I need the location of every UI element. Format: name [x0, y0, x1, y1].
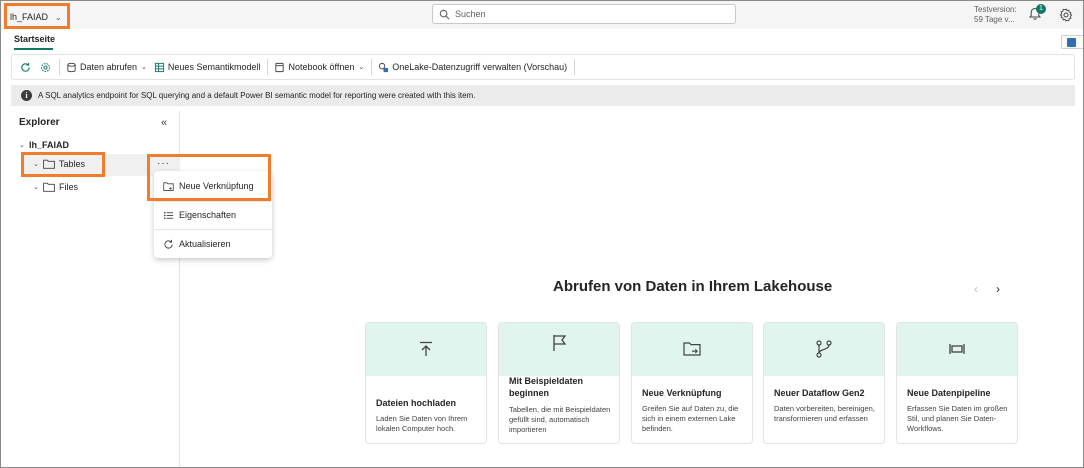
refresh-icon[interactable] [20, 62, 31, 73]
tree-item-tables[interactable]: ⌄ Tables [33, 159, 85, 169]
context-menu: Neue Verknüpfung Eigenschaften Aktualisi… [154, 171, 272, 258]
panel-icon [1067, 38, 1076, 47]
toolbar-divider [267, 59, 269, 75]
menu-item-label: Aktualisieren [179, 239, 231, 249]
flag-icon [553, 335, 567, 351]
workspace-name: lh_FAIAD [10, 12, 49, 22]
tab-row: Startseite [1, 29, 1083, 51]
dataflow-icon [816, 340, 832, 358]
card-upload-files[interactable]: Dateien hochladen Laden Sie Daten von Ih… [365, 322, 487, 444]
chevron-down-icon: ⌄ [358, 64, 365, 71]
get-data-label: Daten abrufen [80, 62, 138, 72]
menu-item-properties[interactable]: Eigenschaften [154, 202, 272, 228]
card-header [366, 323, 486, 376]
menu-item-new-shortcut[interactable]: Neue Verknüpfung [154, 173, 272, 199]
search-icon [439, 9, 450, 19]
list-icon [164, 211, 174, 219]
card-dataflow-gen2[interactable]: Neuer Dataflow Gen2 Daten vorbereiten, b… [763, 322, 885, 444]
chevron-down-icon: ⌄ [19, 142, 25, 149]
trial-status[interactable]: Testversion: 59 Tage v... [974, 5, 1017, 25]
tree-root-label: lh_FAIAD [29, 140, 70, 150]
card-description: Erfassen Sie Daten im großen Stil, und p… [907, 404, 1008, 433]
toolbar-divider [59, 59, 60, 75]
refresh-icon [164, 239, 173, 249]
tree-item-files[interactable]: ⌄ Files [33, 182, 78, 192]
card-title: Neue Datenpipeline [907, 388, 991, 398]
pipeline-icon [949, 344, 965, 354]
card-header [764, 323, 884, 376]
collapse-pane-icon[interactable]: « [161, 117, 167, 129]
info-banner: i A SQL analytics endpoint for SQL query… [11, 85, 1075, 106]
onelake-access-button[interactable]: OneLake-Datenzugriff verwalten (Vorschau… [378, 62, 567, 73]
chevron-right-icon: ⌄ [33, 161, 39, 168]
card-header [897, 323, 1017, 376]
active-tab-indicator [14, 48, 53, 50]
explorer-pane: Explorer « ⌄ lh_FAIAD ⌄ Tables ··· ⌄ Fil… [11, 111, 180, 467]
ribbon-toolbar: Daten abrufen ⌄ Neues Semantikmodell Not… [11, 54, 1075, 80]
app-window: lh_FAIAD ⌄ Suchen Testversion: 59 Tage v… [0, 0, 1084, 468]
menu-divider [154, 229, 272, 230]
menu-item-label: Eigenschaften [179, 210, 237, 220]
trial-label: Testversion: [974, 5, 1017, 14]
toolbar-divider [574, 59, 576, 75]
open-notebook-label: Notebook öffnen [288, 62, 355, 72]
card-header [632, 323, 752, 376]
new-semantic-model-label: Neues Semantikmodell [167, 62, 261, 72]
workspace-switcher[interactable]: lh_FAIAD ⌄ [5, 5, 69, 29]
side-panel-button[interactable] [1061, 35, 1083, 49]
card-title: Dateien hochladen [376, 398, 457, 408]
search-input[interactable]: Suchen [432, 4, 736, 24]
trial-days: 59 Tage v... [974, 15, 1015, 24]
open-notebook-button[interactable]: Notebook öffnen ⌄ [274, 62, 364, 73]
folder-link-icon [163, 181, 174, 191]
new-semantic-model-button[interactable]: Neues Semantikmodell [154, 62, 261, 73]
card-data-pipeline[interactable]: Neue Datenpipeline Erfassen Sie Daten im… [896, 322, 1018, 444]
chevron-down-icon: ⌄ [141, 64, 147, 71]
lock-icon [379, 62, 389, 72]
card-title: Mit Beispieldaten beginnen [509, 376, 584, 398]
card-title: Neue Verknüpfung [642, 388, 722, 398]
chevron-right-icon: ⌄ [33, 184, 39, 191]
explorer-title: Explorer [19, 117, 60, 128]
card-new-shortcut[interactable]: Neue Verknüpfung Greifen Sie auf Daten z… [631, 322, 753, 444]
card-description: Laden Sie Daten von Ihrem lokalen Comput… [376, 414, 468, 433]
menu-item-label: Neue Verknüpfung [179, 181, 254, 191]
folder-link-icon [683, 342, 701, 356]
card-description: Tabellen, die mit Beispieldaten gefüllt … [509, 405, 611, 434]
upload-icon [420, 341, 432, 356]
semantic-model-icon [154, 62, 165, 72]
database-icon [67, 62, 76, 72]
card-title: Neuer Dataflow Gen2 [774, 388, 865, 398]
card-description: Greifen Sie auf Daten zu, die sich in ei… [642, 404, 739, 433]
get-data-button[interactable]: Daten abrufen ⌄ [66, 62, 147, 73]
settings-icon[interactable] [40, 62, 51, 73]
chevron-down-icon: ⌄ [55, 12, 62, 22]
menu-item-refresh[interactable]: Aktualisieren [154, 231, 272, 257]
get-data-heading: Abrufen von Daten in Ihrem Lakehouse [553, 278, 833, 295]
card-header [499, 323, 619, 376]
tab-startseite[interactable]: Startseite [14, 34, 55, 44]
folder-icon [43, 182, 55, 192]
search-placeholder: Suchen [455, 9, 486, 19]
tree-item-files-label: Files [59, 182, 79, 192]
notification-badge: 1 [1036, 4, 1046, 14]
more-options-icon[interactable]: ··· [157, 158, 170, 169]
card-sample-data[interactable]: Mit Beispieldaten beginnen Tabellen, die… [498, 322, 620, 444]
top-bar: lh_FAIAD ⌄ Suchen Testversion: 59 Tage v… [1, 1, 1083, 29]
onelake-access-label: OneLake-Datenzugriff verwalten (Vorschau… [392, 62, 568, 72]
chevron-left-icon[interactable]: ‹ [974, 282, 978, 296]
toolbar-divider [371, 59, 373, 75]
tree-item-tables-label: Tables [59, 159, 86, 169]
notebook-icon [275, 62, 285, 72]
tree-root-lakehouse[interactable]: ⌄ lh_FAIAD [19, 140, 69, 150]
folder-icon [43, 159, 55, 169]
info-icon: i [21, 90, 32, 101]
chevron-right-icon[interactable]: › [996, 282, 1000, 296]
card-description: Daten vorbereiten, bereinigen, transform… [774, 404, 875, 423]
info-message: A SQL analytics endpoint for SQL queryin… [38, 91, 476, 100]
gear-icon[interactable] [1059, 8, 1073, 22]
